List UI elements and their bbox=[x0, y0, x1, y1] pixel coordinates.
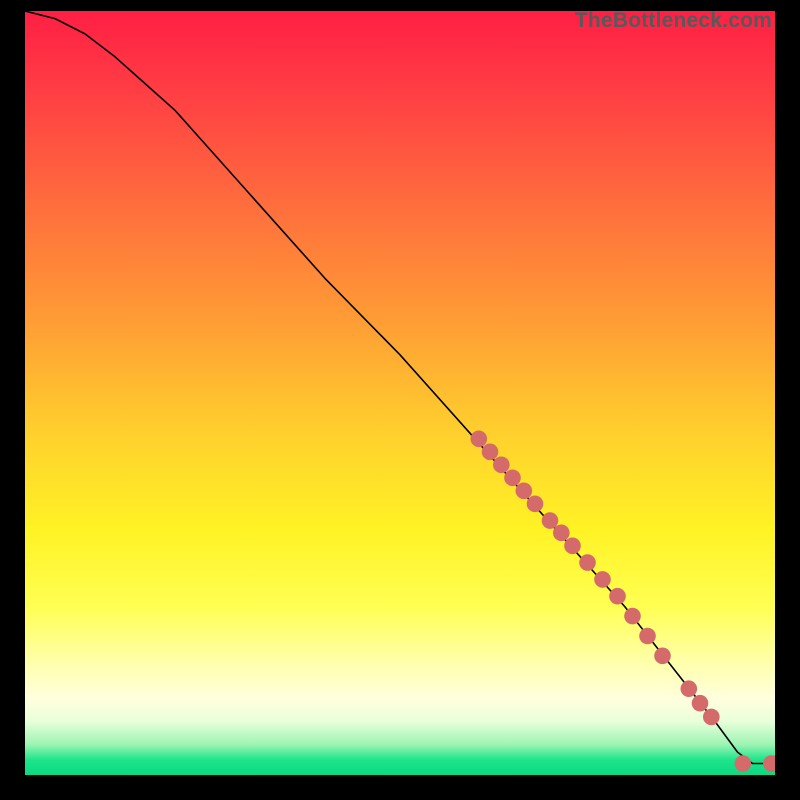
chart-container: TheBottleneck.com bbox=[0, 0, 800, 800]
data-point bbox=[516, 483, 533, 500]
data-point bbox=[735, 755, 752, 772]
data-point bbox=[553, 525, 570, 542]
data-point bbox=[564, 538, 581, 555]
data-point bbox=[594, 571, 611, 588]
data-point bbox=[703, 709, 720, 726]
data-point bbox=[692, 695, 709, 712]
chart-svg bbox=[25, 11, 775, 775]
data-point bbox=[609, 588, 626, 605]
data-point bbox=[654, 648, 671, 665]
data-point bbox=[579, 554, 596, 571]
data-point bbox=[763, 755, 775, 772]
watermark-text: TheBottleneck.com bbox=[575, 9, 772, 33]
data-point bbox=[542, 512, 559, 529]
data-point bbox=[504, 470, 521, 487]
data-point bbox=[624, 608, 641, 625]
data-point bbox=[471, 431, 488, 448]
data-point bbox=[639, 628, 656, 645]
data-point bbox=[482, 444, 499, 461]
data-points-group bbox=[471, 431, 776, 772]
data-point bbox=[493, 457, 510, 474]
data-point bbox=[681, 680, 698, 697]
data-point bbox=[527, 496, 544, 513]
